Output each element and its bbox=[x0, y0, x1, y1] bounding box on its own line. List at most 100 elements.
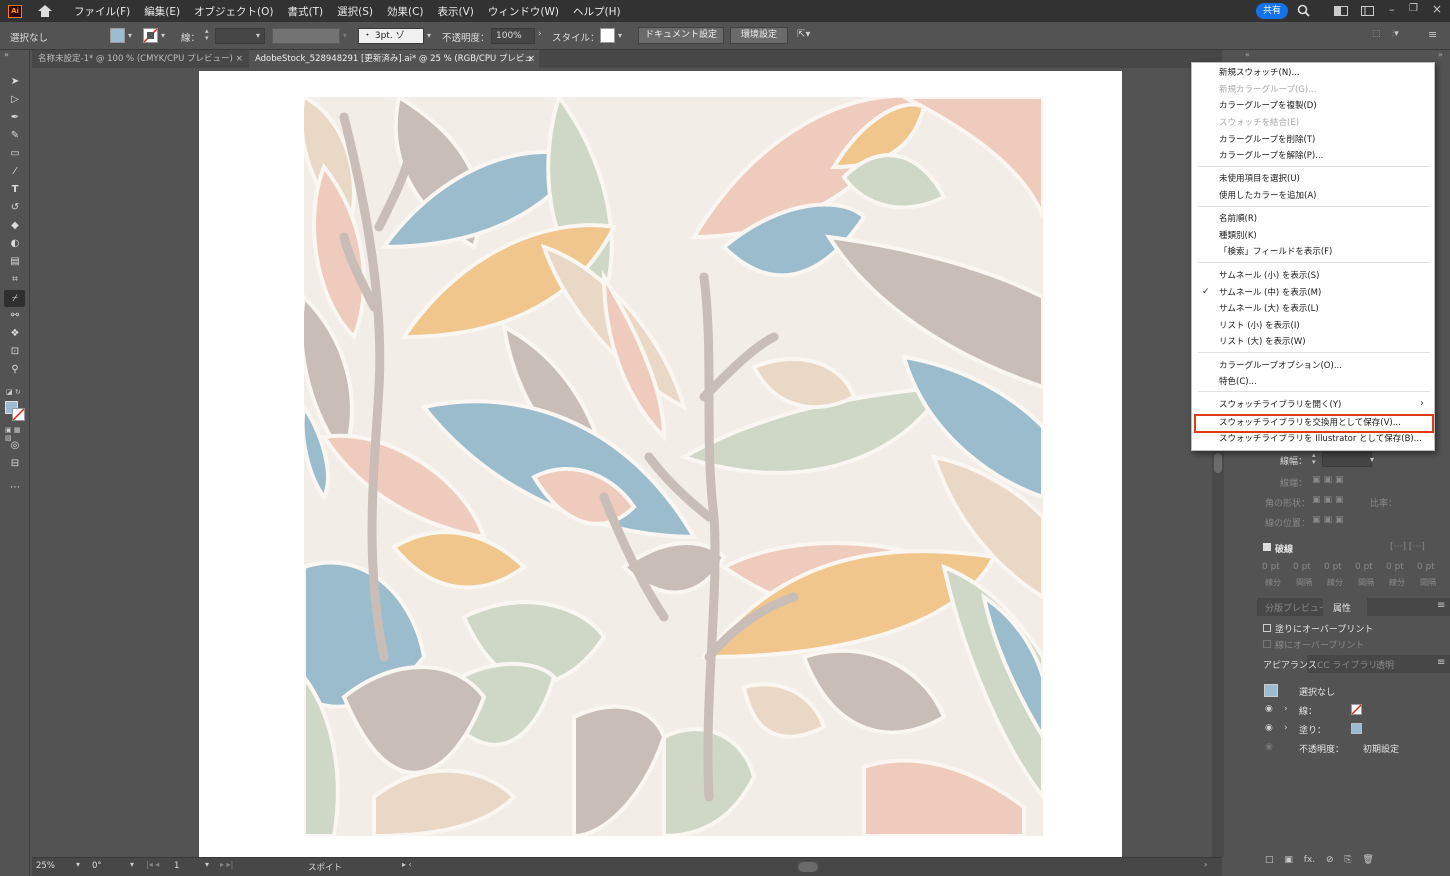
menu-object[interactable]: オブジェクト(O) bbox=[194, 4, 273, 19]
artboard-tool-icon[interactable]: ⊡ bbox=[8, 346, 22, 358]
menu-item[interactable]: 種類別(K) bbox=[1219, 228, 1257, 244]
visibility-eye-icon[interactable]: ◉ bbox=[1265, 704, 1273, 714]
rotation-value[interactable]: 0° bbox=[92, 861, 102, 871]
transform-icon[interactable]: ⬚ bbox=[1372, 29, 1381, 39]
close-tab-icon[interactable]: × bbox=[235, 50, 243, 68]
curvature-tool-icon[interactable]: ✎ bbox=[8, 130, 22, 142]
tab-adobestock[interactable]: AdobeStock_528948291 [更新済み].ai* @ 25 % (… bbox=[249, 50, 539, 82]
align-icon[interactable]: ⫶▾ bbox=[1392, 29, 1399, 39]
menu-edit[interactable]: 編集(E) bbox=[144, 4, 180, 19]
menu-item[interactable]: サムネール (大) を表示(L) bbox=[1219, 301, 1319, 317]
preferences-button[interactable]: 環境設定 bbox=[730, 27, 788, 44]
menu-type[interactable]: 書式(T) bbox=[288, 4, 324, 19]
menu-item[interactable]: リスト (小) を表示(I) bbox=[1219, 318, 1300, 334]
leaf-pattern-artwork[interactable] bbox=[304, 97, 1043, 836]
menu-select[interactable]: 選択(S) bbox=[337, 4, 373, 19]
stroke-weight-stepper[interactable]: ▴ ▾ bbox=[1312, 452, 1316, 466]
dashed-line-checkbox[interactable] bbox=[1263, 543, 1271, 551]
mesh-tool-icon[interactable]: ⌗ bbox=[8, 274, 22, 286]
minimize-icon[interactable]: – bbox=[1389, 3, 1395, 16]
menu-item[interactable]: スウォッチライブラリを Illustrator として保存(B)... bbox=[1219, 431, 1422, 447]
zoom-dropdown-icon[interactable]: ▾ bbox=[76, 860, 80, 869]
expand-arrow-icon[interactable]: › bbox=[1284, 704, 1288, 714]
dash-value-field[interactable]: 0 pt bbox=[1417, 562, 1435, 572]
graphic-style-swatch[interactable] bbox=[600, 28, 615, 43]
tab-cc-libraries[interactable]: CC ライブラリ bbox=[1317, 658, 1377, 671]
menu-item[interactable]: サムネール (小) を表示(S) bbox=[1219, 268, 1319, 284]
rectangle-tool-icon[interactable]: ▭ bbox=[8, 148, 22, 160]
dash-value-field[interactable]: 0 pt bbox=[1262, 562, 1280, 572]
panel-menu-icon[interactable]: ≡ bbox=[1437, 600, 1445, 611]
menu-item[interactable]: サムネール (中) を表示(M) bbox=[1219, 285, 1321, 301]
variable-width-dropdown-icon[interactable]: ▾ bbox=[343, 31, 353, 40]
dash-value-field[interactable]: 0 pt bbox=[1386, 562, 1404, 572]
restore-icon[interactable]: ❐ bbox=[1409, 3, 1418, 14]
tab-transparency[interactable]: 透明 bbox=[1376, 658, 1394, 671]
tab-attributes[interactable]: 属性 bbox=[1333, 601, 1351, 614]
stroke-weight-input[interactable] bbox=[1322, 452, 1372, 467]
variable-width-profile[interactable] bbox=[272, 28, 340, 44]
artboard-nav-next-icon[interactable]: ▸ ▸| bbox=[220, 860, 233, 869]
status-menu-icon[interactable]: ▸ ‹ bbox=[402, 860, 412, 869]
zoom-level[interactable]: 25% bbox=[36, 861, 55, 871]
scroll-right-icon[interactable]: › bbox=[1204, 860, 1207, 869]
artboard-nav-first-icon[interactable]: |◂ ◂ bbox=[146, 860, 159, 869]
brush-definition-field[interactable]: ・ 3pt. ゾ bbox=[358, 28, 424, 44]
visibility-eye-icon[interactable]: ◉ bbox=[1265, 742, 1273, 752]
fill-dropdown-icon[interactable]: ▾ bbox=[128, 31, 138, 40]
overprint-fill-checkbox[interactable] bbox=[1263, 624, 1271, 632]
menu-item[interactable]: 未使用項目を選択(U) bbox=[1219, 171, 1300, 187]
gradient-tool-icon[interactable]: ▤ bbox=[8, 256, 22, 268]
collapse-panels-icon[interactable]: « bbox=[1245, 50, 1250, 59]
symbol-sprayer-tool-icon[interactable]: ❖ bbox=[8, 328, 22, 340]
menu-effect[interactable]: 効果(C) bbox=[387, 4, 424, 19]
eraser-tool-icon[interactable]: ◆ bbox=[8, 220, 22, 232]
opacity-field[interactable]: 100% bbox=[491, 28, 535, 44]
artboard-number[interactable]: 1 bbox=[174, 861, 179, 871]
rotation-dropdown-icon[interactable]: ▾ bbox=[130, 860, 134, 869]
blend-tool-icon[interactable]: ⚯ bbox=[8, 310, 22, 322]
overprint-stroke-checkbox[interactable] bbox=[1263, 640, 1271, 648]
appearance-footer-icons[interactable]: □ ▣ fx. ⊘ ⎘ 🗑 bbox=[1265, 855, 1374, 865]
artboard-dropdown-icon[interactable]: ▾ bbox=[205, 860, 209, 869]
expand-panels-icon[interactable]: » bbox=[1438, 50, 1443, 59]
close-icon[interactable]: × bbox=[1432, 2, 1442, 16]
arrange-documents-icon[interactable] bbox=[1334, 6, 1348, 16]
menu-item[interactable]: カラーグループを解除(P)... bbox=[1219, 148, 1323, 164]
menu-item[interactable]: リスト (大) を表示(W) bbox=[1219, 334, 1306, 350]
menu-view[interactable]: 表示(V) bbox=[438, 4, 474, 19]
visibility-eye-icon[interactable]: ◉ bbox=[1265, 723, 1273, 733]
tab-appearance[interactable]: アピアランス bbox=[1263, 658, 1317, 671]
menu-help[interactable]: ヘルプ(H) bbox=[573, 4, 621, 19]
dash-value-field[interactable]: 0 pt bbox=[1355, 562, 1373, 572]
search-icon[interactable] bbox=[1297, 4, 1310, 17]
style-dropdown-icon[interactable]: ▾ bbox=[618, 31, 628, 40]
menu-item[interactable]: カラーグループオプション(O)... bbox=[1219, 358, 1342, 374]
menu-window[interactable]: ウィンドウ(W) bbox=[488, 4, 559, 19]
horizontal-scroll-thumb[interactable] bbox=[798, 862, 818, 872]
menu-item[interactable]: 特色(C)... bbox=[1219, 374, 1257, 390]
stroke-weight-dropdown-icon[interactable]: ▾ bbox=[256, 31, 266, 40]
appearance-stroke-swatch[interactable] bbox=[1351, 704, 1362, 715]
workspace-icon[interactable] bbox=[1361, 6, 1374, 16]
document-setup-button[interactable]: ドキュメント設定 bbox=[638, 27, 724, 44]
appearance-opacity-value[interactable]: 初期設定 bbox=[1363, 742, 1399, 755]
brush-dropdown-icon[interactable]: ▾ bbox=[427, 31, 437, 40]
zoom-tool-icon[interactable]: ⚲ bbox=[8, 364, 22, 376]
paintbrush-tool-icon[interactable]: ⁄ bbox=[8, 166, 22, 178]
menu-item[interactable]: スウォッチライブラリを開く(Y) bbox=[1219, 397, 1341, 413]
menu-item[interactable]: 「検索」フィールドを表示(F) bbox=[1219, 244, 1332, 260]
home-icon[interactable] bbox=[38, 5, 52, 17]
menu-file[interactable]: ファイル(F) bbox=[74, 4, 130, 19]
pen-tool-icon[interactable]: ✒ bbox=[8, 112, 22, 124]
menu-item[interactable]: カラーグループを複製(D) bbox=[1219, 98, 1317, 114]
opacity-arrow-icon[interactable]: › bbox=[538, 29, 542, 39]
default-colors-icon[interactable]: ◪ ↻ bbox=[6, 388, 21, 396]
panel-menu-icon[interactable]: ≡ bbox=[1437, 657, 1445, 668]
stroke-swatch[interactable] bbox=[143, 28, 158, 43]
appearance-fill-swatch[interactable] bbox=[1351, 723, 1362, 734]
menu-item[interactable]: 新規スウォッチ(N)... bbox=[1219, 65, 1300, 81]
menu-item[interactable]: 使用したカラーを追加(A) bbox=[1219, 188, 1316, 204]
expand-arrow-icon[interactable]: › bbox=[1284, 723, 1288, 733]
screen-mode-icon[interactable]: ⊟ bbox=[8, 458, 22, 470]
